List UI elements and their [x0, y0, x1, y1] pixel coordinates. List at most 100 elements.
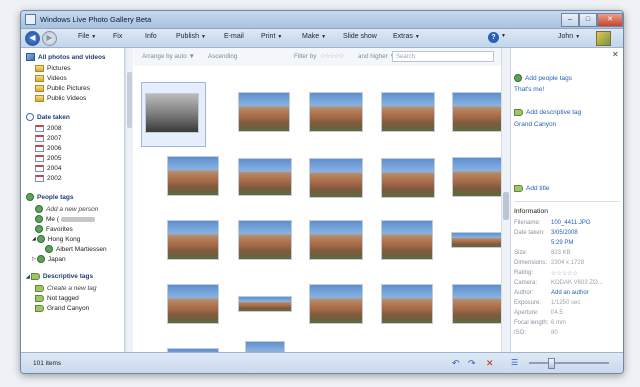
- menu-make[interactable]: Make ▼: [302, 33, 326, 40]
- thats-me-link[interactable]: That's me!: [514, 86, 544, 93]
- menu-fix[interactable]: Fix: [113, 33, 122, 40]
- collapse-triangle-icon[interactable]: ◢: [26, 274, 30, 280]
- zoom-slider[interactable]: [529, 362, 609, 364]
- sidebar-item-all-photos[interactable]: All photos and videos: [26, 53, 106, 61]
- thumbnail[interactable]: [238, 158, 292, 196]
- rating-filter-stars[interactable]: ☆☆☆☆☆: [320, 53, 344, 60]
- sidebar-item-hong-kong[interactable]: ◢ Hong Kong: [32, 235, 80, 243]
- ascending-toggle[interactable]: Ascending: [208, 53, 237, 60]
- rotate-right-icon[interactable]: ↷: [468, 358, 476, 369]
- gallery-scrollbar[interactable]: [501, 48, 510, 352]
- sidebar-item-2008[interactable]: 2008: [35, 125, 61, 132]
- sidebar-item-people-tags[interactable]: People tags: [26, 193, 73, 201]
- sidebar-item-not-tagged[interactable]: Not tagged: [35, 295, 79, 302]
- sidebar-item-date-taken[interactable]: Date taken: [26, 113, 70, 121]
- back-arrow-icon[interactable]: ◀: [25, 30, 40, 46]
- thumbnail[interactable]: [452, 92, 501, 132]
- metadata-value[interactable]: Add an author: [551, 290, 589, 296]
- menu-publish[interactable]: Publish ▼: [176, 33, 206, 40]
- expand-triangle-icon[interactable]: ▷: [32, 256, 36, 262]
- add-title-link[interactable]: Add title: [514, 185, 550, 192]
- maximize-button[interactable]: □: [579, 12, 597, 27]
- sidebar-item-favorites[interactable]: Favorites: [35, 225, 73, 233]
- sidebar-item-public-pictures[interactable]: Public Pictures: [35, 85, 90, 92]
- sidebar-item-add-person[interactable]: Add a new person: [35, 205, 98, 213]
- thumbnail[interactable]: [309, 220, 363, 260]
- grand-canyon-tag[interactable]: Grand Canyon: [514, 121, 556, 128]
- and-higher-dropdown[interactable]: and higher ▼: [358, 53, 396, 60]
- sidebar-item-grand-canyon[interactable]: Grand Canyon: [35, 305, 89, 312]
- thumbnail[interactable]: [309, 92, 363, 132]
- folder-icon: [35, 85, 44, 92]
- sidebar-item-videos[interactable]: Videos: [35, 75, 67, 82]
- scrollbar-thumb[interactable]: [503, 192, 509, 220]
- thumbnail[interactable]: [451, 232, 501, 248]
- sidebar-item-create-tag[interactable]: Create a new tag: [35, 285, 97, 292]
- thumbnail[interactable]: [238, 296, 292, 312]
- metadata-value[interactable]: 3/05/2008: [551, 230, 578, 236]
- new-tag-icon: [35, 285, 44, 292]
- forward-arrow-icon[interactable]: ▶: [42, 30, 57, 46]
- help-icon[interactable]: ?: [488, 32, 499, 43]
- add-people-tags-link[interactable]: Add people tags: [514, 74, 572, 82]
- delete-icon[interactable]: ✕: [486, 358, 494, 369]
- avatar[interactable]: [596, 31, 611, 46]
- thumbnail[interactable]: [167, 284, 219, 324]
- scrollbar-thumb[interactable]: [127, 72, 132, 128]
- photos-icon: [26, 53, 35, 61]
- thumbnail[interactable]: [167, 220, 219, 260]
- thumbnail[interactable]: [309, 284, 363, 324]
- title-bar: Windows Live Photo Gallery Beta – □ ✕: [21, 11, 623, 29]
- metadata-value[interactable]: 5:29 PM: [551, 240, 573, 246]
- close-window-button[interactable]: ✕: [597, 12, 623, 27]
- sidebar-item-japan[interactable]: ▷ Japan: [32, 255, 66, 263]
- close-icon[interactable]: ✕: [612, 50, 619, 59]
- search-input[interactable]: Search: [392, 51, 494, 62]
- thumbnail[interactable]: [452, 157, 501, 197]
- sidebar-item-2007[interactable]: 2007: [35, 135, 61, 142]
- metadata-key: Aperture:: [514, 310, 539, 316]
- collapse-triangle-icon[interactable]: ◢: [32, 236, 36, 242]
- menu-file[interactable]: File ▼: [78, 33, 96, 40]
- menu-print[interactable]: Print ▼: [261, 33, 282, 40]
- thumbnail-selected[interactable]: [145, 93, 199, 133]
- sidebar-item-2005[interactable]: 2005: [35, 155, 61, 162]
- thumbnail[interactable]: [167, 156, 219, 196]
- menu-extras[interactable]: Extras ▼: [393, 33, 420, 40]
- sidebar-item-2006[interactable]: 2006: [35, 145, 61, 152]
- menu-email[interactable]: E-mail: [224, 33, 244, 40]
- chevron-down-icon[interactable]: ▼: [501, 33, 506, 39]
- metadata-key: Camera:: [514, 280, 538, 286]
- sidebar-item-albert[interactable]: Albert Martiessen: [45, 245, 107, 253]
- sidebar-scrollbar[interactable]: [125, 48, 133, 352]
- thumbnail[interactable]: [381, 284, 433, 324]
- minimize-button[interactable]: –: [561, 12, 579, 27]
- chevron-down-icon: ▼: [200, 34, 206, 40]
- rotate-left-icon[interactable]: ↶: [452, 358, 460, 369]
- thumbnail[interactable]: [381, 92, 435, 132]
- sidebar-item-2002[interactable]: 2002: [35, 175, 61, 182]
- thumbnail[interactable]: [309, 158, 363, 198]
- add-descriptive-tag-link[interactable]: Add descriptive tag: [514, 109, 581, 116]
- sidebar-item-label: 2008: [47, 125, 62, 132]
- thumbnail[interactable]: [238, 220, 292, 260]
- sidebar-item-2004[interactable]: 2004: [35, 165, 61, 172]
- sidebar-item-me[interactable]: Me (: [35, 215, 95, 223]
- menu-info[interactable]: Info: [145, 33, 157, 40]
- thumbnail[interactable]: [452, 284, 501, 324]
- info-pane: ✕ Add people tags That's me! Add descrip…: [510, 48, 623, 352]
- thumbnail[interactable]: [381, 220, 433, 260]
- sidebar-item-descriptive-tags[interactable]: ◢ Descriptive tags: [26, 273, 93, 280]
- metadata-key: [514, 240, 551, 246]
- thumbnail[interactable]: [238, 92, 290, 132]
- thumbnail[interactable]: [381, 158, 435, 198]
- sidebar-item-public-videos[interactable]: Public Videos: [35, 95, 86, 102]
- arrange-by-dropdown[interactable]: Arrange by auto ▼: [142, 53, 195, 60]
- metadata-value[interactable]: 100_4411.JPG: [551, 220, 591, 226]
- zoom-slider-thumb[interactable]: [548, 358, 555, 369]
- user-menu[interactable]: John ▼: [558, 33, 580, 40]
- view-details-icon[interactable]: ☰: [511, 358, 518, 367]
- thumbnail[interactable]: [245, 341, 285, 352]
- menu-slide-show[interactable]: Slide show: [343, 33, 377, 40]
- sidebar-item-pictures[interactable]: Pictures: [35, 65, 70, 72]
